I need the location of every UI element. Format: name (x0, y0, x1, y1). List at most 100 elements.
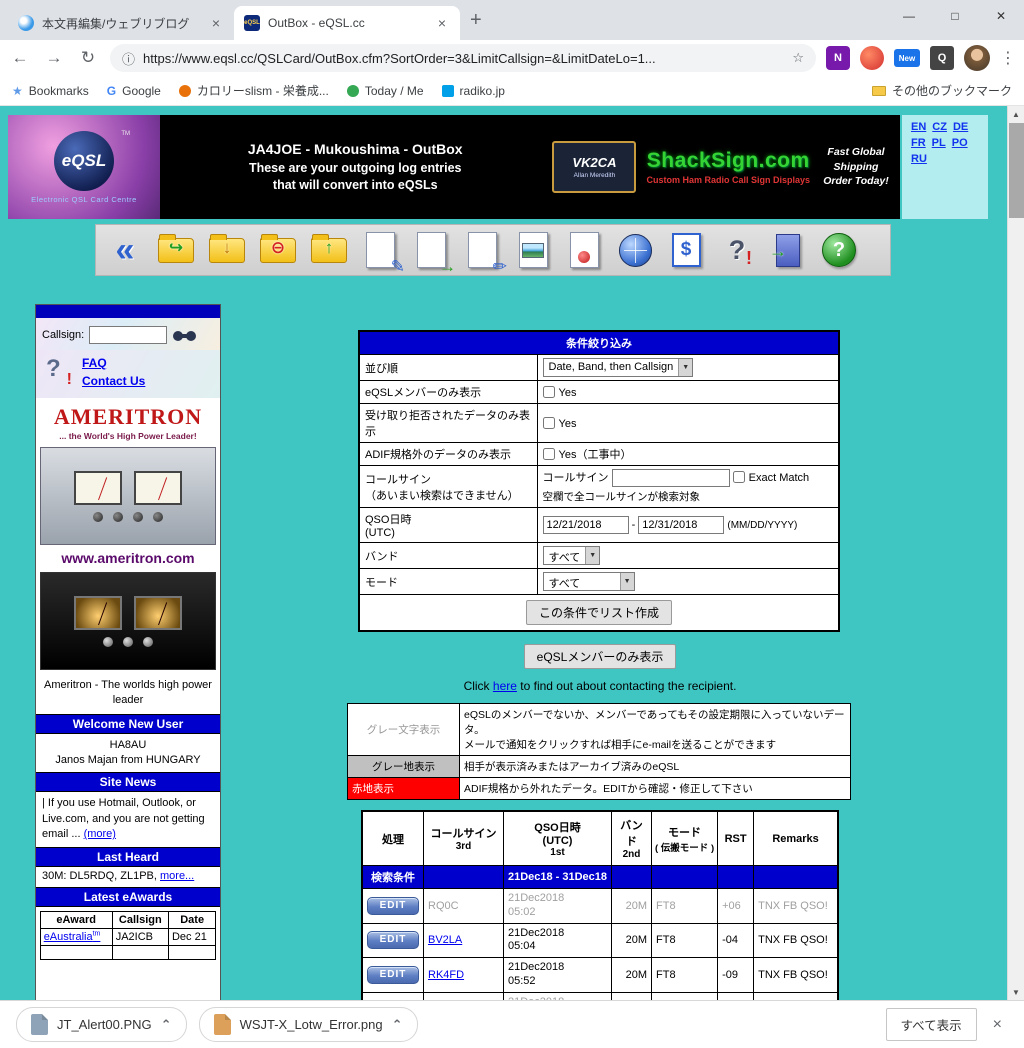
log-entry-icon[interactable]: ✎ (359, 227, 405, 275)
download-item-1[interactable]: JT_Alert00.PNG ⌃ (16, 1007, 187, 1042)
callsign-link[interactable]: RK4FD (428, 969, 464, 981)
forward-icon[interactable]: → (42, 48, 66, 68)
download-item-2[interactable]: WSJT-X_Lotw_Error.png ⌃ (198, 1007, 418, 1042)
tab-1[interactable]: 本文再編集/ウェブリブログ × (8, 6, 234, 40)
scrollbar-thumb[interactable] (1009, 123, 1024, 218)
lang-po-link[interactable]: PO (952, 137, 968, 149)
gray-extension-icon[interactable]: Q (930, 46, 954, 70)
knob-icon (103, 636, 113, 647)
support-question-icon[interactable]: ?! (716, 227, 758, 273)
amplifier-image-1[interactable] (40, 447, 216, 545)
billing-dollar-icon[interactable]: $ (665, 227, 707, 273)
bookmark-google[interactable]: G Google (107, 84, 161, 98)
logout-door-icon[interactable]: → (767, 227, 809, 273)
amplifier-image-2[interactable] (40, 572, 216, 670)
lang-de-link[interactable]: DE (953, 121, 968, 133)
chrome-menu-icon[interactable]: ⋮ (1000, 48, 1016, 68)
edit-button[interactable]: EDIT (367, 965, 419, 984)
contact-here-link[interactable]: here (493, 679, 517, 693)
minimize-button[interactable]: — (886, 0, 932, 32)
chevron-up-icon[interactable]: ⌃ (161, 1017, 172, 1033)
ameritron-ad[interactable]: AMERITRON ... the World's High Power Lea… (36, 398, 220, 441)
callsign-filter-input[interactable] (611, 469, 730, 487)
exact-match-checkbox[interactable] (732, 471, 745, 483)
avatar[interactable] (964, 45, 990, 71)
edit-button[interactable]: EDIT (367, 896, 419, 915)
ameritron-url[interactable]: www.ameritron.com (36, 545, 220, 568)
inbox-folder-icon[interactable]: ↪ (155, 227, 197, 273)
eaward-link[interactable]: eAustraliatm (44, 931, 101, 944)
bookmark-label: Bookmarks (28, 83, 89, 98)
news-more-link[interactable]: (more) (84, 828, 116, 840)
date-to-input[interactable] (638, 516, 725, 534)
import-log-icon[interactable]: → (410, 227, 456, 275)
back-icon[interactable]: ← (8, 48, 32, 68)
vertical-scrollbar[interactable]: ▲ ▼ (1007, 106, 1024, 1000)
other-bookmarks[interactable]: その他のブックマーク (871, 82, 1012, 99)
web-globe-icon[interactable] (614, 227, 656, 273)
address-bar[interactable]: ⓘ https://www.eqsl.cc/QSLCard/OutBox.cfm… (110, 44, 816, 72)
edit-button[interactable]: EDIT (367, 931, 419, 950)
close-downloads-bar-icon[interactable]: × (993, 1016, 1002, 1034)
red-extension-icon[interactable] (860, 46, 884, 70)
date-from-input[interactable] (542, 516, 629, 534)
bookmark-star-icon[interactable]: ☆ (792, 50, 804, 66)
lang-en-link[interactable]: EN (911, 121, 926, 133)
rejected-folder-icon[interactable]: ⊖ (257, 227, 299, 273)
binoculars-icon[interactable] (172, 329, 198, 342)
close-button[interactable]: ✕ (978, 0, 1024, 32)
dollar-glyph: $ (671, 233, 701, 267)
show-all-downloads-button[interactable]: すべて表示 (885, 1008, 977, 1041)
sort-order-select[interactable]: Date, Band, then Callsign ▼ (542, 358, 694, 377)
upload-folder-icon[interactable]: ↑ (308, 227, 350, 273)
design-card-icon[interactable]: ✏ (461, 227, 507, 275)
callsign-search-input[interactable] (89, 326, 168, 344)
bookmark-radiko[interactable]: radiko.jp (441, 84, 505, 98)
help-icon[interactable]: ? (818, 227, 860, 273)
lang-fr-link[interactable]: FR (911, 137, 926, 149)
heard-more-link[interactable]: more... (160, 870, 194, 882)
url-text[interactable]: https://www.eqsl.cc/QSLCard/OutBox.cfm?S… (143, 51, 784, 66)
members-only-button[interactable]: eQSLメンバーのみ表示 (523, 644, 677, 669)
download-folder-icon[interactable]: ↓ (206, 227, 248, 273)
adif-only-checkbox[interactable] (542, 448, 555, 460)
tab1-close-icon[interactable]: × (208, 15, 224, 31)
onenote-extension-icon[interactable]: N (826, 46, 850, 70)
page-shape (569, 232, 599, 268)
reload-icon[interactable]: ↻ (76, 48, 100, 68)
shacksign-plaque-image[interactable]: VK2CA Allan Meredith (552, 141, 637, 193)
maximize-button[interactable]: □ (932, 0, 978, 32)
eqsl-logo[interactable]: eQSL TM Electronic QSL Card Centre (8, 115, 160, 219)
bookmark-bookmarks[interactable]: ★ Bookmarks (12, 84, 89, 98)
bookmark-slism[interactable]: カロリーslism - 栄養成... (178, 82, 329, 99)
callsign-link[interactable]: BV2LA (428, 934, 462, 946)
page-info-icon[interactable]: ⓘ (122, 49, 135, 68)
lang-pl-link[interactable]: PL (932, 137, 946, 149)
shacksign-ad[interactable]: ShackSign.com Custom Ham Radio Call Sign… (646, 149, 810, 185)
bookmark-today-me[interactable]: Today / Me (346, 84, 424, 98)
faq-link[interactable]: FAQ (82, 354, 145, 372)
members-only-checkbox[interactable] (542, 385, 555, 398)
contact-us-link[interactable]: Contact Us (82, 372, 145, 390)
lang-ru-link[interactable]: RU (911, 153, 927, 165)
new-badge-extension-icon[interactable]: New (894, 49, 920, 67)
mode-select[interactable]: すべて ▼ (542, 572, 635, 591)
new-tab-button[interactable]: + (470, 9, 482, 32)
plaque-name: Allan Meredith (573, 172, 616, 179)
tab2-close-icon[interactable]: × (434, 15, 450, 31)
lang-cz-link[interactable]: CZ (932, 121, 947, 133)
apply-filter-button[interactable]: この条件でリスト作成 (525, 600, 672, 625)
image-gallery-icon[interactable] (512, 227, 554, 273)
chevron-up-icon[interactable]: ⌃ (392, 1017, 403, 1033)
tab-2-active[interactable]: eQSL OutBox - eQSL.cc × (234, 6, 460, 40)
nav-back-icon[interactable]: « (104, 227, 146, 273)
band-select[interactable]: すべて ▼ (542, 546, 601, 565)
band-cell: 20M (611, 957, 652, 993)
callsign-cell: RQ0C (423, 888, 504, 924)
rejected-only-checkbox[interactable] (542, 416, 555, 429)
awards-certificate-icon[interactable] (563, 227, 605, 273)
contact-pre: Click (463, 679, 493, 693)
table-row: 赤地表示 ADIF規格から外れたデータ。EDITから確認・修正して下さい (347, 777, 851, 800)
scroll-up-icon[interactable]: ▲ (1008, 106, 1024, 122)
scroll-down-icon[interactable]: ▼ (1008, 984, 1024, 1000)
